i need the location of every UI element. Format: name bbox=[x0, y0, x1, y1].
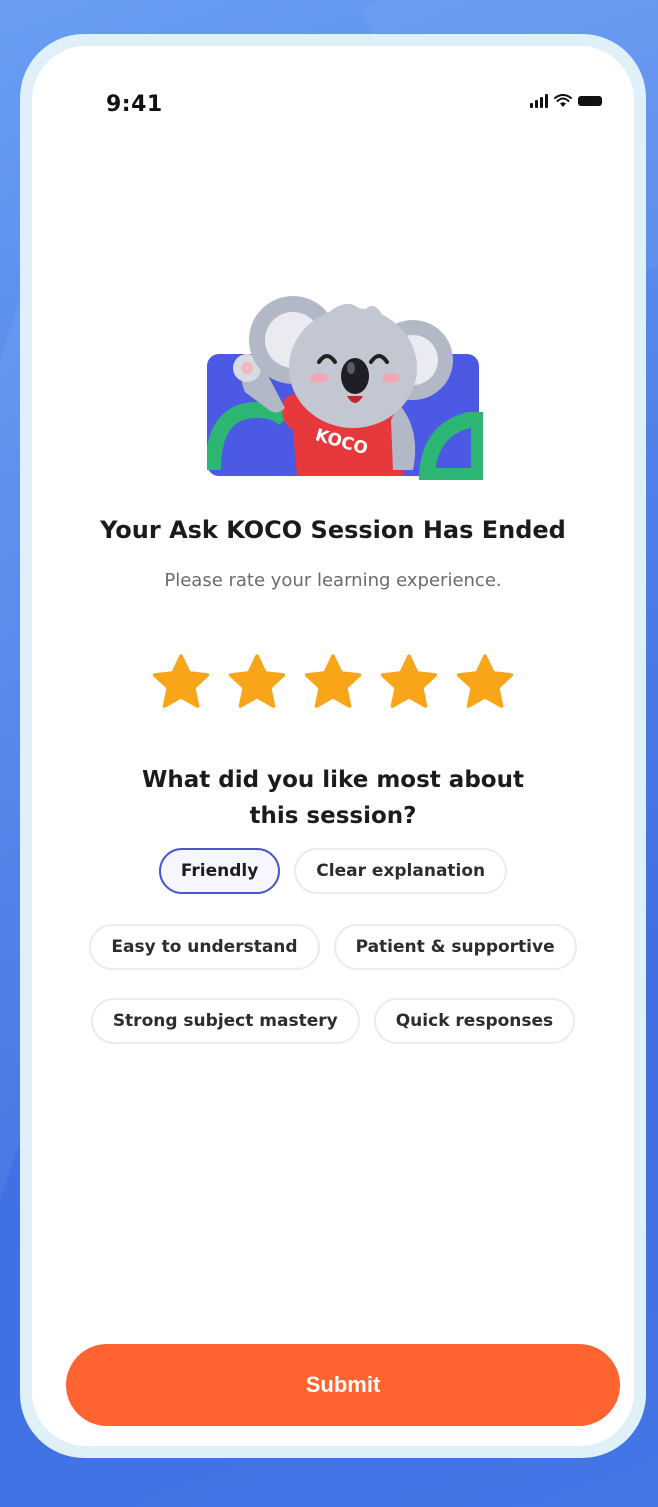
chip-clear-explanation[interactable]: Clear explanation bbox=[294, 848, 508, 894]
star-icon-1[interactable] bbox=[150, 652, 212, 714]
star-icon-4[interactable] bbox=[378, 652, 440, 714]
chip-quick-responses[interactable]: Quick responses bbox=[373, 998, 576, 1044]
koala-mascot-illustration: KOCO bbox=[207, 296, 483, 480]
wifi-icon bbox=[554, 94, 572, 107]
session-subtitle: Please rate your learning experience. bbox=[164, 570, 502, 591]
star-icon-3[interactable] bbox=[302, 652, 364, 714]
chip-strong-subject-mastery[interactable]: Strong subject mastery bbox=[90, 998, 360, 1044]
session-title: Your Ask KOCO Session Has Ended bbox=[100, 516, 566, 544]
signal-icon bbox=[530, 94, 548, 108]
phone-frame: 9:41 KOCO Your Ask KOCO Session Has Ende… bbox=[20, 34, 646, 1458]
chip-row: Easy to understand Patient & supportive bbox=[32, 924, 634, 970]
submit-button[interactable]: Submit bbox=[66, 1344, 620, 1426]
status-time: 9:41 bbox=[106, 92, 163, 117]
star-rating bbox=[32, 652, 634, 714]
feedback-question-text: What did you like most about this sessio… bbox=[142, 767, 524, 829]
app-screen: 9:41 KOCO Your Ask KOCO Session Has Ende… bbox=[32, 46, 634, 1446]
chip-row: Strong subject mastery Quick responses bbox=[32, 998, 634, 1044]
star-icon-2[interactable] bbox=[226, 652, 288, 714]
battery-icon bbox=[578, 96, 602, 106]
feedback-question: What did you like most about this sessio… bbox=[32, 762, 634, 834]
chip-easy-to-understand[interactable]: Easy to understand bbox=[89, 924, 320, 970]
star-icon-5[interactable] bbox=[454, 652, 516, 714]
chip-patient-supportive[interactable]: Patient & supportive bbox=[333, 924, 577, 970]
chip-row: Friendly Clear explanation bbox=[32, 848, 634, 894]
chip-friendly[interactable]: Friendly bbox=[158, 848, 281, 894]
status-icons bbox=[530, 94, 602, 108]
